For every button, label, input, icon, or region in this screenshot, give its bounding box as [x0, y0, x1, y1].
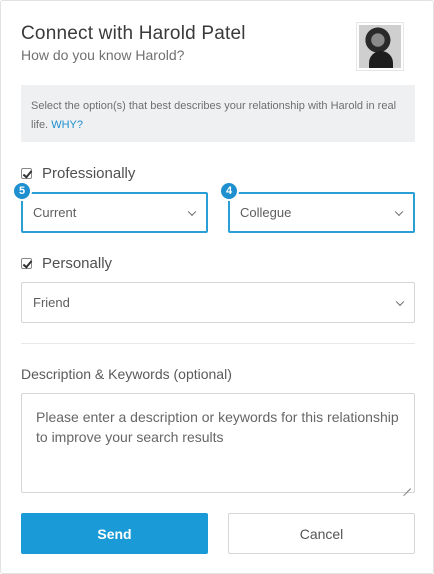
professional-status-value: Current	[33, 205, 77, 220]
personally-row: Personally	[21, 255, 112, 272]
description-placeholder: Please enter a description or keywords f…	[36, 409, 399, 445]
resize-handle-icon[interactable]	[403, 481, 411, 489]
chevron-down-icon	[187, 207, 197, 216]
step-badge: 4	[219, 181, 239, 201]
professionally-row: Professionally	[21, 165, 135, 182]
info-text: Select the option(s) that best describes…	[31, 100, 397, 131]
send-button[interactable]: Send	[21, 513, 208, 554]
personally-label[interactable]: Personally	[42, 255, 112, 272]
info-box: Select the option(s) that best describes…	[21, 85, 415, 142]
personal-relationship-value: Friend	[33, 295, 70, 310]
dialog-title: Connect with Harold Patel	[21, 23, 246, 44]
cancel-button[interactable]: Cancel	[228, 513, 415, 554]
connect-dialog: Connect with Harold Patel How do you kno…	[0, 0, 434, 574]
divider	[21, 343, 415, 344]
why-link[interactable]: WHY?	[51, 119, 83, 131]
professional-role-value: Collegue	[240, 205, 292, 220]
avatar	[356, 22, 404, 71]
professional-role-select[interactable]: Collegue	[228, 192, 415, 233]
professionally-checkbox[interactable]	[21, 168, 32, 179]
professional-status-select[interactable]: Current	[21, 192, 208, 233]
description-textarea[interactable]: Please enter a description or keywords f…	[21, 393, 415, 493]
step-badge: 5	[12, 181, 32, 201]
professionally-label[interactable]: Professionally	[42, 165, 135, 182]
dialog-subtitle: How do you know Harold?	[21, 47, 185, 63]
personal-relationship-select[interactable]: Friend	[21, 282, 415, 323]
chevron-down-icon	[394, 207, 404, 216]
chevron-down-icon	[395, 297, 405, 306]
profile-photo-icon	[359, 25, 401, 68]
personally-checkbox[interactable]	[21, 258, 32, 269]
description-label: Description & Keywords (optional)	[21, 366, 232, 382]
